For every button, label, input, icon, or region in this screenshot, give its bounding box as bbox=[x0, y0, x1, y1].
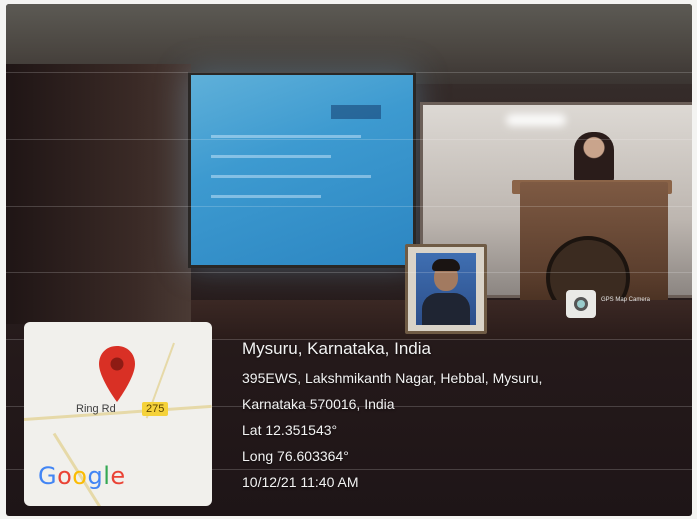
camera-icon bbox=[566, 290, 596, 318]
map-pin-icon bbox=[99, 346, 135, 402]
longitude: Long 76.603364° bbox=[242, 448, 349, 464]
portrait-hair bbox=[432, 259, 460, 271]
scanline bbox=[6, 139, 692, 140]
scanline bbox=[6, 272, 692, 273]
google-logo: Google bbox=[38, 462, 126, 490]
portrait-frame bbox=[405, 244, 487, 334]
projection-screen bbox=[188, 72, 416, 268]
ceiling-light bbox=[506, 114, 566, 126]
portrait-suit bbox=[422, 293, 470, 325]
scanline bbox=[6, 72, 692, 73]
location-title: Mysuru, Karnataka, India bbox=[242, 339, 431, 358]
address-line-1: 395EWS, Lakshmikanth Nagar, Hebbal, Mysu… bbox=[242, 370, 543, 386]
map-road-label: Ring Rd bbox=[76, 403, 116, 415]
datetime: 10/12/21 11:40 AM bbox=[242, 474, 359, 490]
slide-logo bbox=[331, 105, 381, 119]
slide-text-line bbox=[211, 195, 321, 198]
left-wall bbox=[6, 64, 191, 324]
slide-text-line bbox=[211, 135, 361, 138]
scanline bbox=[6, 206, 692, 207]
watermark-label: GPS Map Camera bbox=[601, 297, 651, 303]
map-thumbnail[interactable]: Ring Rd 275 Google bbox=[24, 322, 212, 506]
portrait-image bbox=[416, 253, 476, 325]
route-number-badge: 275 bbox=[142, 402, 169, 416]
slide-text-line bbox=[211, 155, 331, 158]
latitude: Lat 12.351543° bbox=[242, 422, 338, 438]
slide-text-line bbox=[211, 175, 371, 178]
address-line-2: Karnataka 570016, India bbox=[242, 396, 395, 412]
map-road bbox=[24, 404, 212, 421]
